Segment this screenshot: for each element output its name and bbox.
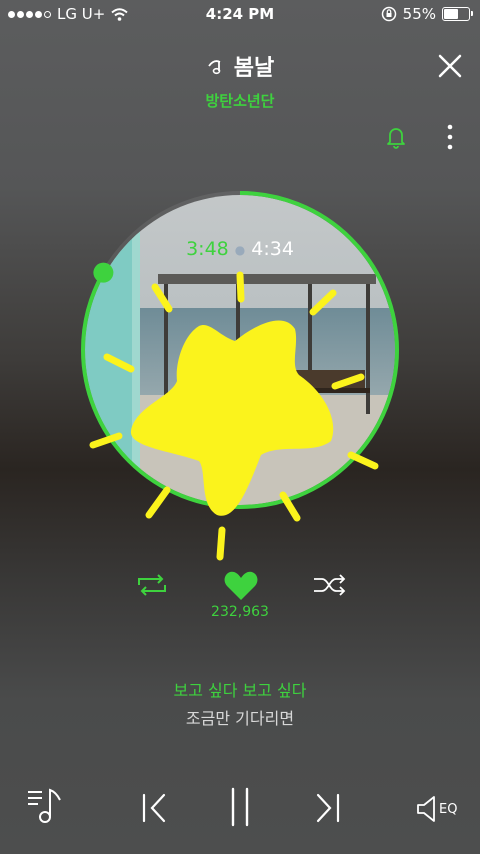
time-display: 3:48 ● 4:34 [186, 238, 294, 260]
status-bar: LG U+ 4:24 PM 55% [0, 0, 480, 28]
artist-name[interactable]: 방탄소년단 [0, 90, 480, 111]
lyric-next[interactable]: 조금만 기다리면 [0, 705, 480, 729]
music-note-icon [208, 60, 221, 75]
eq-button[interactable]: EQ [416, 794, 464, 824]
repeat-icon[interactable] [135, 573, 169, 597]
next-icon[interactable] [312, 792, 342, 824]
heart-icon[interactable] [223, 570, 259, 602]
close-icon[interactable] [436, 52, 464, 80]
song-title: 봄날 [233, 56, 275, 81]
more-icon[interactable] [442, 124, 458, 150]
pause-icon[interactable] [226, 786, 254, 828]
rotation-lock-icon [381, 6, 396, 22]
battery-icon [442, 7, 473, 21]
lyric-current[interactable]: 보고 싶다 보고 싶다 [0, 677, 480, 701]
total-time: 4:34 [251, 238, 294, 260]
speaker-icon [417, 796, 435, 822]
status-right: 55% [381, 5, 473, 23]
battery-percent: 55% [402, 5, 436, 23]
star-sticker [89, 271, 379, 561]
song-title-row[interactable]: 봄날 [0, 50, 480, 82]
shuffle-icon[interactable] [312, 573, 348, 597]
playlist-icon[interactable] [26, 786, 66, 826]
bell-icon[interactable] [385, 125, 407, 149]
eq-label: EQ [439, 801, 458, 817]
current-time: 3:48 [186, 238, 229, 260]
previous-icon[interactable] [140, 792, 170, 824]
like-count: 232,963 [211, 604, 269, 620]
